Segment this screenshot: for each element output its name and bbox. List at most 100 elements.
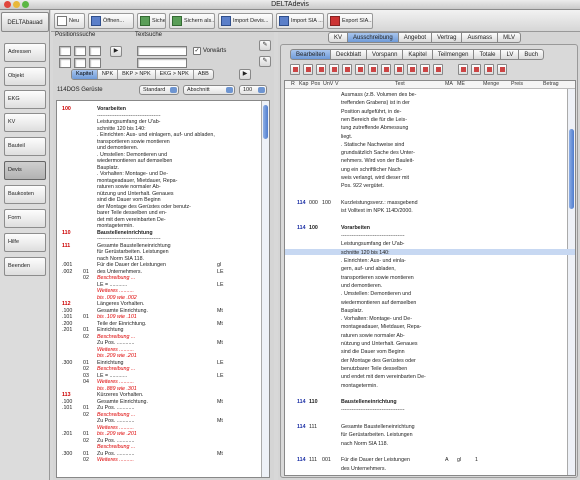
sub-tab-bearbeiten[interactable]: Bearbeiten (290, 49, 332, 60)
toolbar-neu-button[interactable]: Neu (54, 13, 85, 29)
left-row-text: Gesamte Einrichtung. (97, 398, 148, 405)
sidebar-item-bauteil[interactable]: Bauteil (4, 137, 46, 156)
selected-row[interactable] (285, 249, 575, 256)
sidebar-item-objekt[interactable]: Objekt (4, 67, 46, 86)
sub-tab-buch[interactable]: Buch (519, 49, 545, 60)
close-window-icon[interactable] (4, 1, 11, 8)
edit-tool-icon[interactable] (407, 64, 417, 75)
edit-tool-icon[interactable] (471, 64, 481, 75)
toolbar-export-sia-button[interactable]: Export SIA... (327, 13, 373, 29)
sidebar-item-beenden[interactable]: Beenden (4, 257, 46, 276)
column-betrag: Betrag (543, 81, 559, 87)
text-search-input[interactable] (137, 46, 187, 56)
edit-tool-icon[interactable] (381, 64, 391, 75)
right-scroll-thumb[interactable] (569, 129, 574, 209)
sidebar-item-kv[interactable]: KV (4, 113, 46, 132)
right-tab-angebot[interactable]: Angebot (398, 32, 433, 43)
lv-text: montagetermin. (341, 382, 378, 389)
left-tab-npk[interactable]: NPK (98, 70, 119, 79)
left-scrollbar[interactable] (261, 101, 269, 477)
app-button[interactable]: DELTAbauad (1, 12, 49, 32)
edit-tool-icon[interactable] (420, 64, 430, 75)
right-tab-vertrag[interactable]: Vertrag (432, 32, 463, 43)
edit-tool-icon[interactable] (303, 64, 313, 75)
clear-search-icon[interactable]: ✎ (259, 40, 271, 51)
sidebar-item-adressen[interactable]: Adressen (4, 43, 46, 62)
lv-text: weis verlangt, wird dieser mit (341, 175, 409, 181)
edit-tool-icon[interactable] (316, 64, 326, 75)
right-tab-mlv[interactable]: MLV (498, 32, 522, 43)
number-select[interactable]: 100 (239, 85, 267, 95)
position-input-6[interactable] (89, 58, 101, 68)
lv-text: ------------------------------------ (341, 233, 405, 240)
edit-tool-icon[interactable] (342, 64, 352, 75)
left-row-code: 02 (83, 275, 89, 281)
left-row-text: Weiteres .......... (97, 288, 134, 294)
left-row-code: 01 (83, 431, 89, 437)
position-input-1[interactable] (59, 46, 71, 56)
left-tab-bkp-npk[interactable]: BKP > NPK (118, 70, 156, 79)
sidebar-item-hilfe[interactable]: Hilfe (4, 233, 46, 252)
edit-tool-icon[interactable] (329, 64, 339, 75)
position-input-5[interactable] (74, 58, 86, 68)
edit-tool-icon[interactable] (355, 64, 365, 75)
edit-tool-icon[interactable] (484, 64, 494, 75)
left-row-number: .100 (62, 398, 73, 405)
lv-text: . Statische Nachweise sind (341, 141, 405, 148)
position-input-4[interactable] (59, 58, 71, 68)
toolbar-sichern-als-button[interactable]: Sichern als... (169, 13, 215, 29)
sidebar-item-ekg[interactable]: EKG (4, 90, 46, 109)
edit-tool-icon[interactable] (458, 64, 468, 75)
position-go-button[interactable]: ▶ (110, 46, 122, 57)
minimize-window-icon[interactable] (13, 1, 20, 8)
next-tab-button[interactable]: ▶ (239, 69, 251, 80)
sub-tab-deckblatt[interactable]: Deckblatt (331, 49, 368, 60)
edit-tool-icon[interactable] (497, 64, 507, 75)
catalog-document[interactable]: 100 Vorarbeiten --------------------------… (56, 100, 270, 478)
toolbar-import-devis-button[interactable]: Import Devis... (218, 13, 273, 29)
edit-tool-icon[interactable] (368, 64, 378, 75)
edit-tool-icon[interactable] (290, 64, 300, 75)
toolbar-sichern-button[interactable]: Sichern (137, 13, 166, 29)
sub-tab-vorspann[interactable]: Vorspann (367, 49, 404, 60)
right-tab-ausschreibung[interactable]: Ausschreibung (348, 32, 399, 43)
sidebar-item-form[interactable]: Form (4, 209, 46, 228)
sub-tab-teilmengen[interactable]: Teilmengen (432, 49, 475, 60)
sub-tab-totale[interactable]: Totale (474, 49, 502, 60)
toolbar-import-sia-button[interactable]: Import SIA ... (276, 13, 324, 29)
lv-text: . Einrichten: Aus- und einla- (341, 258, 406, 264)
left-tab-kapitel[interactable]: Kapitel (72, 70, 98, 79)
left-row-unit: LE (217, 268, 224, 275)
lv-kap: 114 (297, 457, 306, 464)
left-row-unit: Mt (217, 340, 223, 346)
lv-text: und endet mit dem vereinbarten De- (341, 374, 426, 381)
sidebar-item-devis[interactable]: Devis (4, 161, 46, 180)
sub-tab-kapitel[interactable]: Kapitel (403, 49, 433, 60)
edit-tool-icon[interactable] (433, 64, 443, 75)
lv-document[interactable]: R Kap Pos UnV V Text MA ME Menge Preis Betrag Ausm… (284, 80, 576, 476)
text-search-input-2[interactable] (137, 58, 187, 68)
left-scroll-thumb[interactable] (263, 105, 268, 139)
position-input-3[interactable] (89, 46, 101, 56)
right-scrollbar[interactable] (567, 89, 575, 475)
column-v: V (335, 81, 339, 87)
search-option-icon[interactable]: ✎ (259, 56, 271, 67)
edit-tool-icon[interactable] (394, 64, 404, 75)
view-select[interactable]: Standard (139, 85, 179, 95)
left-row-number: .201 (62, 327, 73, 333)
zoom-window-icon[interactable] (22, 1, 29, 8)
right-tab-kv[interactable]: KV (328, 32, 349, 43)
position-input-2[interactable] (74, 46, 86, 56)
sidebar-item-baukosten[interactable]: Baukosten (4, 185, 46, 204)
left-row-text: Beschreibung ... (97, 275, 136, 281)
toolbar-ffnen-button[interactable]: Öffnen... (88, 13, 134, 29)
left-tab-ekg-npk[interactable]: EKG > NPK (156, 70, 194, 79)
left-row-unit: LE (217, 359, 224, 366)
right-panel: KV Ausschreibung Angebot Vertrag Ausmass MLV … (278, 32, 580, 480)
left-tab-abb[interactable]: ABB (194, 70, 213, 79)
right-tab-ausmass[interactable]: Ausmass (462, 32, 499, 43)
section-select[interactable]: Abschnitt (183, 85, 235, 95)
forward-checkbox[interactable]: ✓ (193, 47, 201, 55)
right-sub-tabs: Bearbeiten Deckblatt Vorspann Kapitel Teilme… (290, 49, 545, 60)
sub-tab-lv[interactable]: LV (501, 49, 520, 60)
